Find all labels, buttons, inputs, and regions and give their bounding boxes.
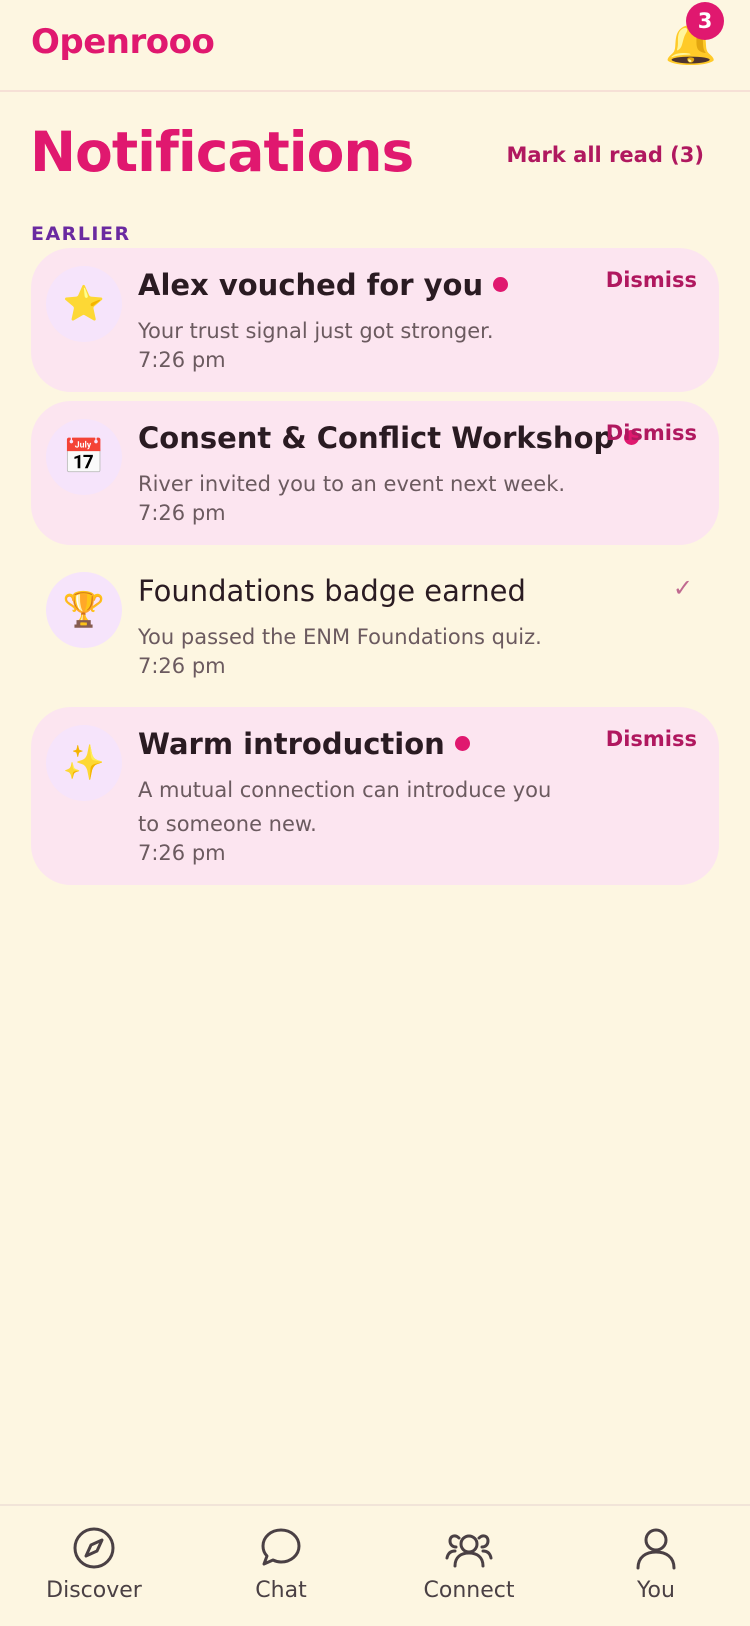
notification-card[interactable]: 📅 Consent & Conflict Workshop River invi… (31, 401, 719, 545)
unread-dot (493, 276, 509, 292)
nav-you[interactable]: You (586, 1526, 726, 1603)
nav-label: Discover (46, 1578, 142, 1603)
notification-title: Warm introduction (138, 727, 470, 761)
nav-label: Connect (423, 1578, 515, 1603)
nav-chat[interactable]: Chat (211, 1526, 351, 1603)
read-check-icon: ✓ (672, 574, 693, 602)
notification-count-badge: 3 (686, 2, 724, 40)
nav-discover[interactable]: Discover (24, 1526, 164, 1603)
chat-bubble-icon (261, 1528, 301, 1566)
section-label-earlier: EARLIER (31, 223, 131, 245)
notification-time: 7:26 pm (138, 841, 226, 865)
notification-card[interactable]: ✨ Warm introduction A mutual connection … (31, 707, 719, 885)
calendar-icon: 📅 (46, 419, 122, 495)
notification-card[interactable]: 🏆 Foundations badge earned You passed th… (31, 554, 719, 698)
dismiss-button[interactable]: Dismiss (606, 421, 697, 445)
notification-card[interactable]: ⭐ Alex vouched for you Your trust signal… (31, 248, 719, 392)
compass-icon (73, 1527, 115, 1569)
notification-body: You passed the ENM Foundations quiz. (138, 625, 542, 649)
page-title: Notifications (30, 120, 414, 184)
top-bar: Openrooo 🔔 3 (0, 0, 750, 92)
notification-time: 7:26 pm (138, 501, 226, 525)
nav-connect[interactable]: Connect (399, 1526, 539, 1603)
notification-body: Your trust signal just got stronger. (138, 319, 494, 343)
nav-label: You (637, 1578, 675, 1603)
notification-body: River invited you to an event next week. (138, 472, 566, 496)
notification-time: 7:26 pm (138, 654, 226, 678)
notification-title: Consent & Conflict Workshop (138, 421, 640, 455)
people-icon (445, 1534, 493, 1568)
dismiss-button[interactable]: Dismiss (606, 727, 697, 751)
dismiss-button[interactable]: Dismiss (606, 268, 697, 292)
unread-dot (454, 735, 470, 751)
notification-body: A mutual connection can introduce you to… (138, 778, 552, 836)
notification-title: Foundations badge earned (138, 574, 526, 608)
mark-all-read-button[interactable]: Mark all read (3) (506, 143, 704, 167)
notification-time: 7:26 pm (138, 348, 226, 372)
sparkles-icon: ✨ (46, 725, 122, 801)
nav-label: Chat (255, 1578, 307, 1603)
star-icon: ⭐ (46, 266, 122, 342)
person-icon (636, 1528, 676, 1570)
trophy-icon: 🏆 (46, 572, 122, 648)
notification-title: Alex vouched for you (138, 268, 509, 302)
bottom-nav: Discover Chat Connect You (0, 1504, 750, 1626)
app-logo[interactable]: Openrooo (31, 22, 215, 62)
